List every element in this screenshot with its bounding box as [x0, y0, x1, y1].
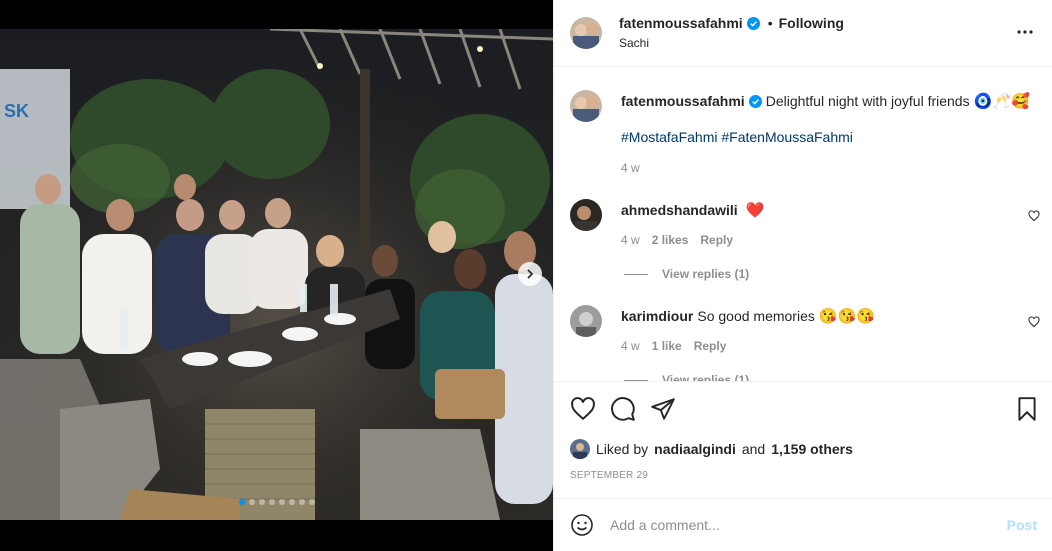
- post-photo[interactable]: SK: [0, 29, 553, 520]
- comment-item: ahmedshandawili ❤️: [621, 201, 764, 219]
- view-replies-button[interactable]: View replies (1): [624, 267, 749, 281]
- carousel-dot: [248, 499, 255, 505]
- carousel-dot: [278, 499, 285, 505]
- post-header: fatenmoussafahmi • Following Sachi: [554, 0, 1052, 67]
- caption-hashtags[interactable]: #MostafaFahmi #FatenMoussaFahmi: [621, 129, 853, 145]
- comment-emoji: 😘😘😘: [818, 308, 875, 325]
- instagram-post-modal: SK fatenmoussafahmi • Following Sachi fa…: [0, 0, 1052, 551]
- view-replies-button[interactable]: View replies (1): [624, 373, 749, 381]
- likes-count[interactable]: 1,159 others: [771, 441, 853, 457]
- comment-emoji: ❤️: [745, 202, 765, 219]
- ellipsis-icon: [1017, 30, 1033, 34]
- comment-likes[interactable]: 1 like: [652, 339, 682, 353]
- comment-time[interactable]: 4 w: [621, 233, 640, 247]
- post-comment-button[interactable]: Post: [1007, 517, 1037, 533]
- avatar[interactable]: [570, 199, 602, 231]
- like-comment-heart-icon[interactable]: [1028, 315, 1040, 328]
- save-button[interactable]: [1014, 396, 1040, 422]
- comment-meta: 4 w 2 likes Reply: [621, 233, 733, 247]
- carousel-dot: [308, 499, 315, 505]
- post-side-panel: fatenmoussafahmi • Following Sachi faten…: [553, 0, 1052, 551]
- heart-icon: [571, 397, 595, 421]
- liked-by-prefix: Liked by: [596, 441, 649, 457]
- avatar[interactable]: [570, 305, 602, 337]
- liked-by-user[interactable]: nadiaalgindi: [654, 441, 736, 457]
- post-author: fatenmoussafahmi • Following: [619, 15, 844, 31]
- view-replies-label: View replies (1): [662, 373, 750, 381]
- caption-username[interactable]: fatenmoussafahmi: [621, 93, 745, 109]
- carousel-dot: [238, 499, 245, 505]
- caption: fatenmoussafahmi Delightful night with j…: [621, 92, 1030, 110]
- caption-text: Delightful night with joyful friends: [765, 93, 970, 109]
- avatar[interactable]: [570, 17, 602, 49]
- divider: [624, 273, 648, 275]
- like-comment-heart-icon[interactable]: [1028, 209, 1040, 222]
- avatar[interactable]: [570, 90, 602, 122]
- like-button[interactable]: [570, 396, 596, 422]
- carousel-dot: [288, 499, 295, 505]
- caption-time[interactable]: 4 w: [621, 161, 640, 175]
- liked-by-and: and: [741, 441, 766, 457]
- carousel-next-button[interactable]: [518, 262, 542, 286]
- likes-summary: Liked by nadiaalgindi and 1,159 others: [570, 439, 853, 459]
- caption-emoji: 🧿🥂🥰: [973, 93, 1030, 110]
- carousel-dot: [298, 499, 305, 505]
- post-date[interactable]: SEPTEMBER 29: [570, 470, 648, 481]
- author-username[interactable]: fatenmoussafahmi: [619, 15, 743, 31]
- bookmark-icon: [1018, 397, 1036, 421]
- emoji-picker-button[interactable]: [570, 513, 594, 537]
- comment-bubble-icon: [611, 397, 635, 421]
- comment-composer: Post: [554, 498, 1052, 551]
- chevron-right-icon: [527, 269, 534, 279]
- location-link[interactable]: Sachi: [619, 36, 649, 50]
- comment-input[interactable]: [610, 514, 990, 536]
- comment-username[interactable]: karimdiour: [621, 308, 693, 324]
- caption-timestamp: 4 w: [621, 161, 640, 175]
- following-button[interactable]: Following: [779, 15, 844, 31]
- carousel-dot: [268, 499, 275, 505]
- svg-text:SK: SK: [4, 101, 29, 121]
- carousel-indicator: [0, 499, 553, 505]
- comment-time[interactable]: 4 w: [621, 339, 640, 353]
- avatar[interactable]: [570, 439, 590, 459]
- verified-badge-icon: [748, 94, 762, 108]
- paper-plane-icon: [651, 398, 675, 420]
- comment-text: So good memories: [697, 308, 815, 324]
- comment-username[interactable]: ahmedshandawili: [621, 202, 738, 218]
- separator-dot: •: [767, 15, 773, 31]
- comment-item: karimdiour So good memories 😘😘😘: [621, 307, 875, 325]
- verified-badge-icon: [746, 16, 760, 30]
- carousel-dot: [258, 499, 265, 505]
- share-button[interactable]: [650, 396, 676, 422]
- reply-button[interactable]: Reply: [694, 339, 727, 353]
- reply-button[interactable]: Reply: [700, 233, 733, 247]
- more-options-button[interactable]: [1017, 24, 1033, 40]
- comment-likes[interactable]: 2 likes: [652, 233, 689, 247]
- post-actions: Liked by nadiaalgindi and 1,159 others S…: [554, 381, 1052, 498]
- view-replies-label: View replies (1): [662, 267, 750, 281]
- smiley-icon: [571, 514, 593, 536]
- comments-list[interactable]: fatenmoussafahmi Delightful night with j…: [554, 68, 1052, 381]
- comment-meta: 4 w 1 like Reply: [621, 339, 726, 353]
- comment-button[interactable]: [610, 396, 636, 422]
- post-media: SK: [0, 0, 553, 551]
